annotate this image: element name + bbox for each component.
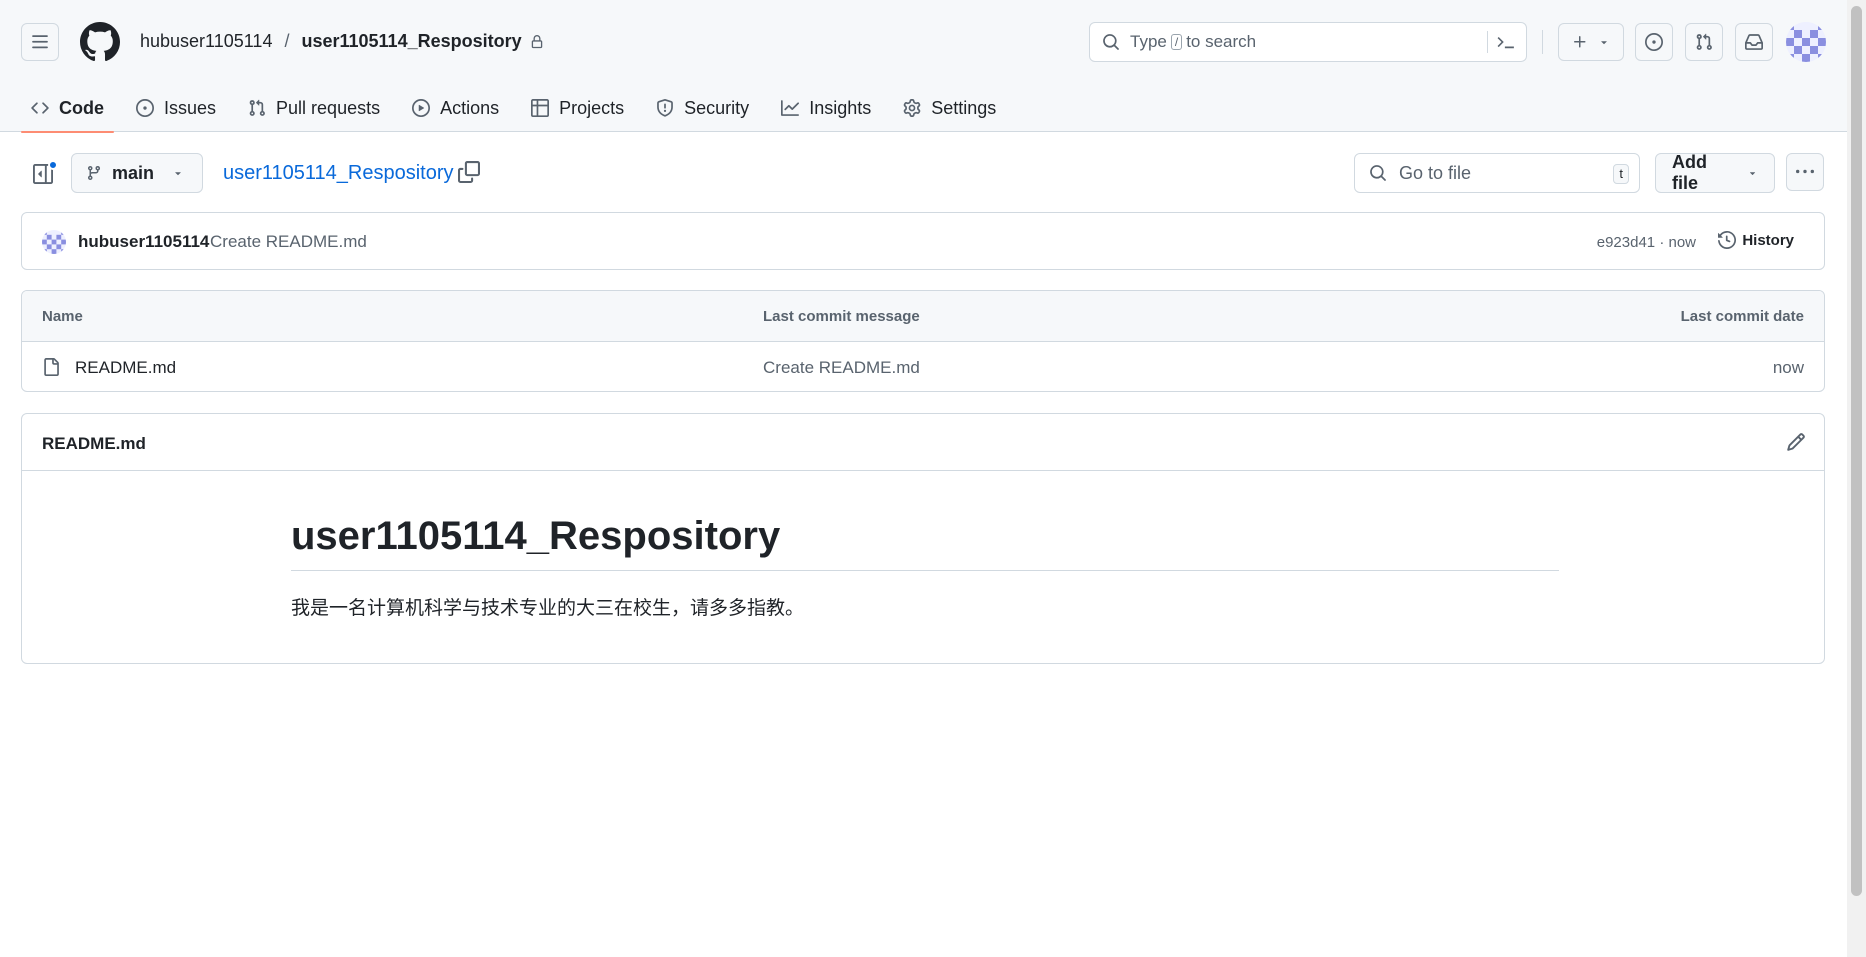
shield-icon (657, 99, 674, 117)
branch-selector[interactable]: main (71, 153, 203, 193)
command-palette-icon[interactable] (1496, 33, 1516, 51)
go-to-file-shortcut: t (1613, 164, 1629, 184)
file-commit-date: now (1772, 358, 1804, 377)
tab-label: Code (59, 97, 104, 118)
history-label: History (1742, 231, 1794, 249)
identicon-icon (1786, 22, 1826, 62)
inbox-icon (1745, 34, 1763, 50)
branch-name: main (112, 162, 155, 183)
tab-pull-requests[interactable]: Pull requests (238, 84, 390, 132)
file-commit-message-link[interactable]: Create README.md (763, 358, 920, 378)
readme-tab[interactable]: README.md (42, 434, 146, 454)
issue-opened-icon (1645, 33, 1663, 51)
commit-message-link[interactable]: Create README.md (210, 232, 367, 252)
triangle-down-icon (1749, 172, 1755, 176)
breadcrumb-separator: / (284, 31, 290, 51)
menu-button[interactable] (21, 23, 59, 61)
tab-label: Projects (559, 97, 625, 118)
search-icon (1370, 165, 1386, 181)
column-header-date: Last commit date (1680, 308, 1804, 325)
tab-settings[interactable]: Settings (893, 84, 1006, 132)
readme-header: README.md (22, 414, 1824, 471)
table-row[interactable]: README.md Create README.md now (22, 342, 1824, 391)
search-placeholder-prefix: Type (1130, 32, 1167, 51)
more-options-button[interactable] (1786, 153, 1824, 191)
play-icon (412, 99, 431, 117)
tab-security[interactable]: Security (646, 84, 759, 132)
tab-label: Issues (164, 97, 217, 118)
file-list-table: Name Last commit message Last commit dat… (21, 290, 1825, 392)
gear-icon (903, 99, 921, 117)
table-header: Name Last commit message Last commit dat… (22, 291, 1824, 342)
user-avatar[interactable] (1786, 22, 1826, 62)
tab-label: Actions (440, 97, 500, 118)
breadcrumb: hubuser1105114 / user1105114_Respository (140, 31, 544, 52)
your-pull-requests-button[interactable] (1685, 23, 1723, 61)
git-branch-icon (87, 166, 100, 181)
owner-link[interactable]: hubuser1105114 (140, 31, 272, 52)
readme-content: user1105114_Respository 我是一名计算机科学与技术专业的大… (291, 514, 1559, 620)
latest-commit-bar: hubuser1105114 Create README.md e923d41 … (21, 212, 1825, 270)
search-shortcut-key: / (1170, 34, 1183, 50)
go-to-file-input[interactable]: Go to file t (1354, 153, 1640, 193)
column-header-name: Name (42, 308, 83, 325)
readme-panel: README.md user1105114_Respository 我是一名计算… (21, 413, 1825, 664)
history-icon (1718, 231, 1737, 249)
graph-icon (781, 100, 800, 116)
tab-label: Settings (931, 97, 997, 118)
table-icon (531, 99, 550, 117)
tab-insights[interactable]: Insights (771, 84, 881, 132)
tab-label: Pull requests (276, 97, 381, 118)
triangle-down-icon (175, 172, 181, 176)
commit-author-link[interactable]: hubuser1105114 (78, 232, 209, 252)
hamburger-icon (32, 35, 48, 49)
scrollbar-thumb[interactable] (1851, 6, 1862, 896)
search-divider (1487, 31, 1488, 53)
git-pull-request-icon (249, 99, 265, 116)
commit-author-avatar[interactable] (42, 230, 66, 254)
file-icon (44, 358, 59, 376)
history-button[interactable]: History (1718, 231, 1794, 249)
notification-dot (48, 160, 58, 170)
app-header: hubuser1105114 / user1105114_Respository… (0, 0, 1847, 133)
kebab-horizontal-icon (1796, 169, 1814, 174)
tab-label: Insights (809, 97, 872, 118)
notifications-button[interactable] (1735, 23, 1773, 61)
column-header-message: Last commit message (763, 308, 920, 325)
create-new-button[interactable] (1558, 23, 1624, 61)
repo-title-link[interactable]: user1105114_Respository (223, 162, 454, 185)
plus-icon (1574, 36, 1586, 48)
header-divider (1542, 30, 1543, 54)
triangle-down-icon (1601, 41, 1607, 45)
go-to-file-placeholder: Go to file (1399, 162, 1472, 183)
expand-file-tree-button[interactable] (24, 155, 62, 193)
readme-heading: user1105114_Respository (291, 514, 1559, 571)
tab-code[interactable]: Code (21, 84, 114, 133)
page-scrollbar[interactable] (1847, 0, 1866, 957)
tab-actions[interactable]: Actions (402, 84, 509, 132)
search-placeholder-suffix: to search (1186, 32, 1257, 51)
pencil-icon[interactable] (1786, 432, 1806, 452)
commit-sha-time[interactable]: e923d41 · now (1597, 234, 1696, 251)
tab-label: Security (684, 97, 750, 118)
lock-icon (531, 34, 542, 48)
repo-name-link[interactable]: user1105114_Respository (301, 31, 521, 52)
repo-nav-tabs: Code Issues Pull requests Actions Projec… (21, 84, 1018, 133)
global-bar: hubuser1105114 / user1105114_Respository… (0, 0, 1847, 84)
readme-paragraph: 我是一名计算机科学与技术专业的大三在校生，请多多指教。 (291, 598, 805, 619)
file-name-link[interactable]: README.md (75, 358, 176, 378)
tab-issues[interactable]: Issues (126, 84, 226, 132)
global-search-input[interactable]: Type / to search (1089, 22, 1527, 62)
add-file-button[interactable]: Add file (1655, 152, 1775, 193)
issue-opened-icon (136, 99, 154, 117)
git-pull-request-icon (1696, 33, 1712, 50)
add-file-label: Add file (1672, 152, 1707, 193)
code-icon (31, 102, 49, 114)
identicon-icon (42, 230, 66, 254)
tab-projects[interactable]: Projects (521, 84, 634, 132)
your-issues-button[interactable] (1635, 23, 1673, 61)
copy-icon[interactable] (458, 161, 480, 183)
search-icon (1103, 34, 1119, 50)
github-logo-icon[interactable] (80, 22, 120, 62)
